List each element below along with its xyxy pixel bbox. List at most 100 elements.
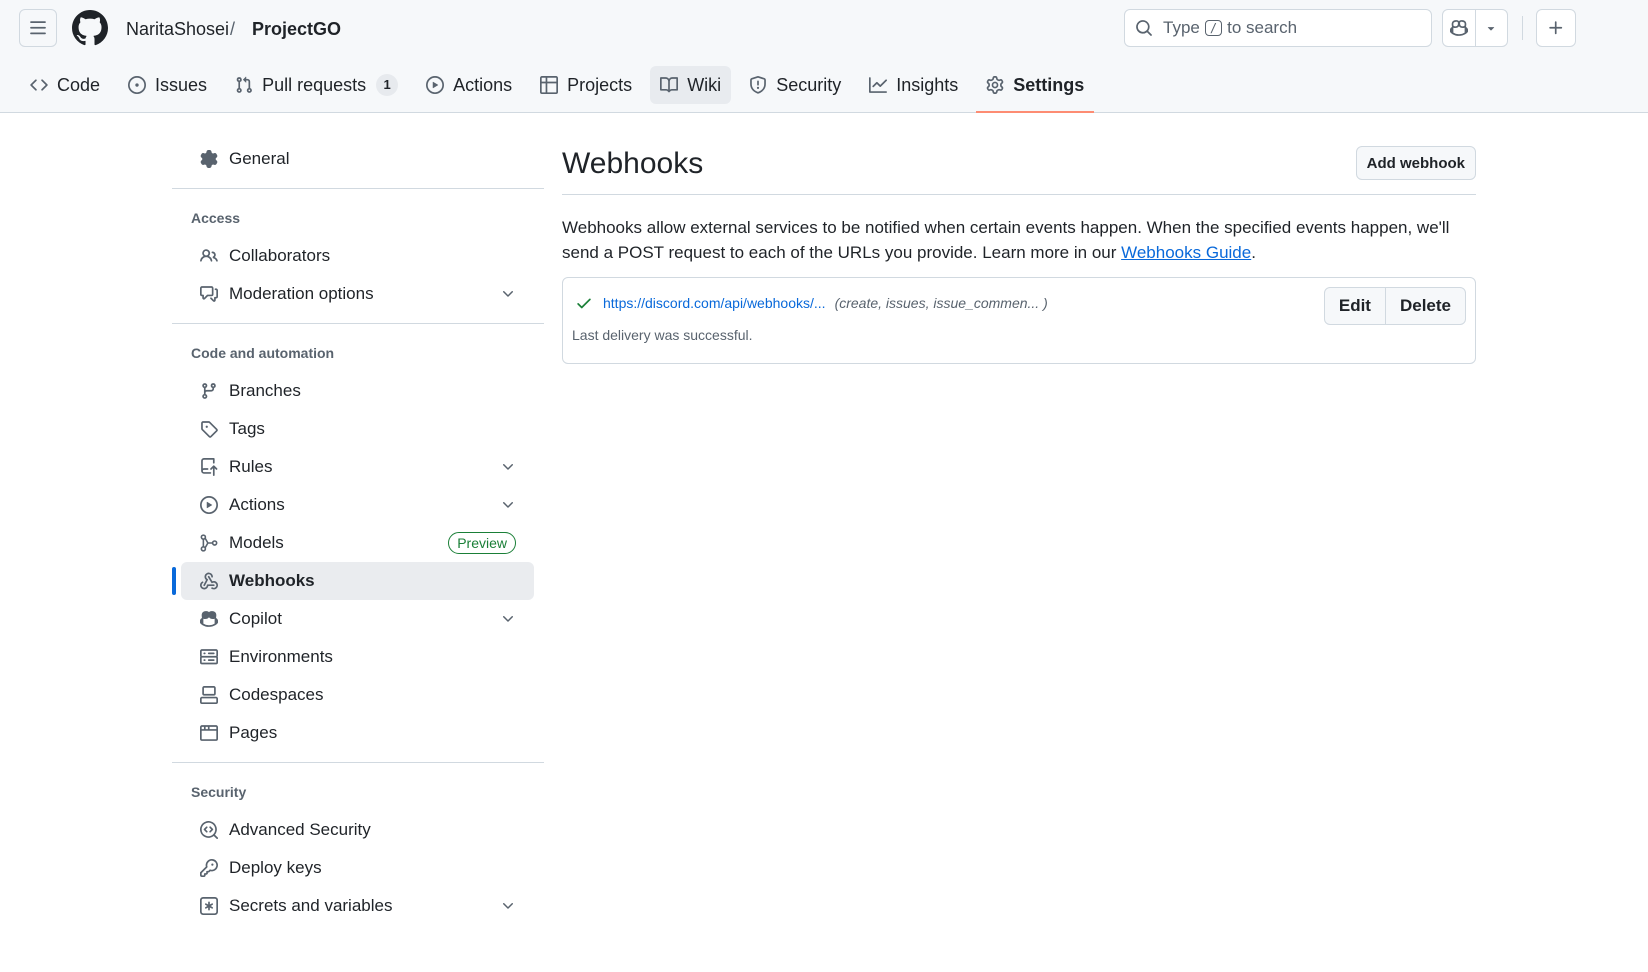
chevron-down-icon[interactable] (500, 497, 516, 513)
tab-code[interactable]: Code (20, 66, 110, 104)
sidebar-item-label: Copilot (229, 609, 282, 628)
page-title: Webhooks (562, 147, 704, 180)
issue-icon (128, 76, 147, 94)
sidebar-item-label: Webhooks (229, 571, 315, 590)
sidebar-item-copilot[interactable]: Copilot (181, 600, 534, 638)
tab-settings[interactable]: Settings (976, 66, 1095, 113)
copilot-dropdown-button[interactable] (1474, 10, 1508, 46)
sidebar-item-label: Moderation options (229, 284, 374, 303)
tab-issues[interactable]: Issues (118, 66, 217, 104)
tab-label: Security (776, 74, 842, 95)
title-divider (562, 194, 1476, 195)
models-icon (200, 534, 220, 552)
search-icon (1135, 19, 1153, 37)
graph-icon (869, 76, 888, 94)
chevron-down-icon[interactable] (500, 611, 516, 627)
create-new-button[interactable] (1536, 9, 1576, 47)
sidebar-item-rules[interactable]: Rules (181, 448, 534, 486)
tab-label: Actions (453, 74, 513, 95)
sidebar-item-environments[interactable]: Environments (181, 638, 534, 676)
sidebar-item-pages[interactable]: Pages (181, 714, 534, 752)
search-input[interactable]: Type / to search (1124, 9, 1432, 47)
sidebar-item-collaborators[interactable]: Collaborators (181, 237, 534, 275)
copilot-icon (1449, 20, 1468, 36)
chevron-down-icon[interactable] (500, 286, 516, 302)
gear-icon (200, 150, 220, 168)
header-divider (1522, 16, 1523, 40)
webhook-events: (create, issues, issue_commen... ) (834, 295, 1048, 311)
tab-label: Projects (567, 74, 633, 95)
check-icon (575, 294, 593, 312)
tab-projects[interactable]: Projects (530, 66, 642, 104)
book-icon (660, 76, 679, 94)
tab-security[interactable]: Security (739, 66, 851, 104)
sidebar-item-secrets-and-variables[interactable]: Secrets and variables (181, 887, 534, 925)
sidebar-item-label: Codespaces (229, 685, 324, 704)
settings-sidebar: General Access Collaborators Moderation … (172, 140, 544, 925)
webhook-list-item: https://discord.com/api/webhooks/... (cr… (562, 277, 1476, 364)
github-logo-icon[interactable] (72, 10, 108, 46)
play-icon (200, 496, 220, 514)
copilot-button-group (1442, 9, 1508, 47)
sidebar-item-label: Secrets and variables (229, 896, 393, 915)
sidebar-item-branches[interactable]: Branches (181, 372, 534, 410)
menu-button[interactable] (19, 9, 57, 47)
tab-label: Issues (155, 74, 208, 95)
tab-pull-requests[interactable]: Pull requests 1 (225, 66, 408, 104)
comment-discussion-icon (200, 285, 220, 303)
sidebar-item-models[interactable]: Models Preview (181, 524, 534, 562)
tab-actions[interactable]: Actions (416, 66, 522, 104)
repo-header: NaritaShosei / ProjectGO Type / to searc… (0, 0, 1648, 113)
sidebar-item-codespaces[interactable]: Codespaces (181, 676, 534, 714)
sidebar-group-code-and-automation: Code and automation (191, 345, 335, 361)
breadcrumb-repo[interactable]: ProjectGO (252, 18, 341, 40)
sidebar-divider (172, 188, 544, 189)
chevron-down-icon[interactable] (500, 459, 516, 475)
copilot-button[interactable] (1443, 10, 1475, 46)
sidebar-divider (172, 323, 544, 324)
people-icon (200, 247, 220, 265)
tab-label: Settings (1013, 74, 1085, 95)
webhooks-panel: Webhooks Add webhook Webhooks allow exte… (562, 140, 1476, 364)
webhook-icon (200, 572, 220, 590)
code-icon (30, 76, 48, 94)
sidebar-item-label: Branches (229, 381, 301, 400)
sidebar-item-actions[interactable]: Actions (181, 486, 534, 524)
edit-button[interactable]: Edit (1325, 288, 1385, 324)
plus-icon (1549, 21, 1563, 35)
add-webhook-button[interactable]: Add webhook (1355, 146, 1476, 180)
sidebar-item-advanced-security[interactable]: Advanced Security (181, 811, 534, 849)
gear-icon (986, 76, 1004, 94)
preview-badge: Preview (448, 532, 516, 554)
search-shortcut-key: / (1204, 20, 1223, 36)
table-icon (540, 76, 559, 94)
sidebar-item-webhooks[interactable]: Webhooks (172, 562, 534, 600)
codespaces-icon (200, 686, 220, 704)
branch-icon (200, 382, 220, 400)
hamburger-icon (30, 21, 46, 35)
sidebar-item-tags[interactable]: Tags (181, 410, 534, 448)
tab-label: Insights (896, 74, 959, 95)
sidebar-item-general[interactable]: General (181, 140, 534, 178)
breadcrumb-owner[interactable]: NaritaShosei (126, 18, 229, 40)
intro-end: . (1251, 243, 1256, 262)
webhooks-guide-link[interactable]: Webhooks Guide (1121, 243, 1251, 262)
sidebar-group-security: Security (191, 784, 247, 800)
sidebar-item-deploy-keys[interactable]: Deploy keys (181, 849, 534, 887)
intro-text: Webhooks allow external services to be n… (562, 218, 1450, 262)
webhook-url-link[interactable]: https://discord.com/api/webhooks/... (603, 295, 826, 311)
tab-insights[interactable]: Insights (859, 66, 968, 104)
key-asterisk-icon (200, 897, 220, 915)
pull-request-icon (235, 76, 253, 94)
tab-label: Code (57, 74, 101, 95)
sidebar-item-moderation-options[interactable]: Moderation options (181, 275, 534, 313)
chevron-down-icon[interactable] (500, 898, 516, 914)
webhook-actions: Edit Delete (1323, 287, 1466, 325)
pull-request-counter: 1 (376, 74, 399, 96)
sidebar-item-label: Models (229, 533, 284, 552)
delete-button[interactable]: Delete (1384, 288, 1465, 324)
search-suffix: to search (1227, 18, 1298, 37)
breadcrumb-separator: / (230, 19, 236, 39)
tab-label: Pull requests (262, 74, 367, 95)
tab-wiki[interactable]: Wiki (650, 66, 732, 104)
